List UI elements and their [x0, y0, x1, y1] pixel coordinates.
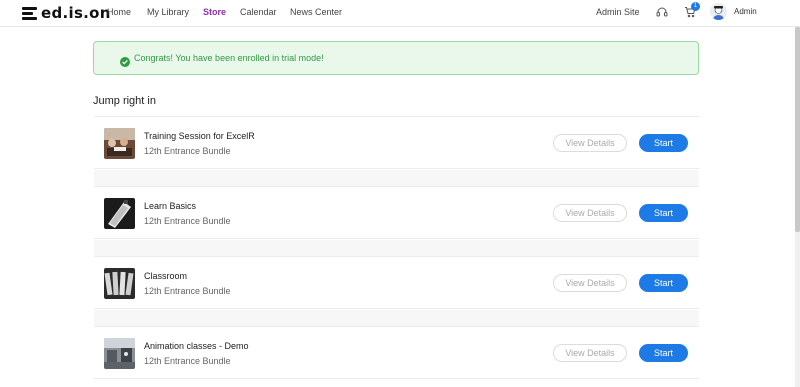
course-thumbnail: [104, 338, 135, 369]
success-alert: Congrats! You have been enrolled in tria…: [93, 41, 699, 75]
start-button[interactable]: Start: [639, 134, 688, 152]
course-subtitle: 12th Entrance Bundle: [144, 216, 231, 226]
cart-count-badge: 1: [691, 2, 700, 11]
nav-store[interactable]: Store: [203, 7, 226, 17]
scrollbar-thumb[interactable]: [795, 27, 800, 232]
nav-calendar[interactable]: Calendar: [240, 7, 277, 17]
course-subtitle: 12th Entrance Bundle: [144, 146, 231, 156]
start-button[interactable]: Start: [639, 274, 688, 292]
course-title: Classroom: [144, 271, 188, 281]
course-title: Animation classes - Demo: [144, 341, 249, 351]
logo[interactable]: ed.is.on: [22, 4, 111, 22]
user-name[interactable]: Admin: [734, 7, 757, 16]
course-subtitle: 12th Entrance Bundle: [144, 356, 231, 366]
start-button[interactable]: Start: [639, 344, 688, 362]
course-title: Training Session for ExcelR: [144, 131, 255, 141]
check-circle-icon: [120, 54, 130, 67]
alert-message: Congrats! You have been enrolled in tria…: [134, 53, 324, 63]
logo-icon: [22, 6, 37, 20]
course-card: Learn Basics 12th Entrance Bundle View D…: [94, 186, 699, 239]
nav-home[interactable]: Home: [107, 7, 131, 17]
start-button[interactable]: Start: [639, 204, 688, 222]
course-thumbnail: [104, 198, 135, 229]
section-title: Jump right in: [93, 95, 156, 107]
view-details-button[interactable]: View Details: [553, 204, 627, 222]
course-thumbnail: [104, 268, 135, 299]
cart-icon[interactable]: 1: [684, 2, 700, 19]
card-separator: [94, 310, 699, 327]
course-title: Learn Basics: [144, 201, 197, 211]
logo-text: ed.is.on: [41, 4, 111, 22]
course-card: Animation classes - Demo 12th Entrance B…: [94, 326, 699, 379]
view-details-button[interactable]: View Details: [553, 134, 627, 152]
support-icon[interactable]: [656, 5, 670, 19]
card-separator: [94, 170, 699, 187]
nav-my-library[interactable]: My Library: [147, 7, 189, 17]
course-subtitle: 12th Entrance Bundle: [144, 286, 231, 296]
nav-news-center[interactable]: News Center: [290, 7, 342, 17]
view-details-button[interactable]: View Details: [553, 274, 627, 292]
course-thumbnail: [104, 128, 135, 159]
card-separator: [94, 240, 699, 257]
view-details-button[interactable]: View Details: [553, 344, 627, 362]
course-card: Classroom 12th Entrance Bundle View Deta…: [94, 256, 699, 309]
course-card: Training Session for ExcelR 12th Entranc…: [94, 116, 699, 169]
top-navbar: ed.is.on Home My Library Store Calendar …: [0, 0, 800, 27]
admin-site-link[interactable]: Admin Site: [596, 7, 640, 17]
avatar[interactable]: [710, 3, 727, 20]
